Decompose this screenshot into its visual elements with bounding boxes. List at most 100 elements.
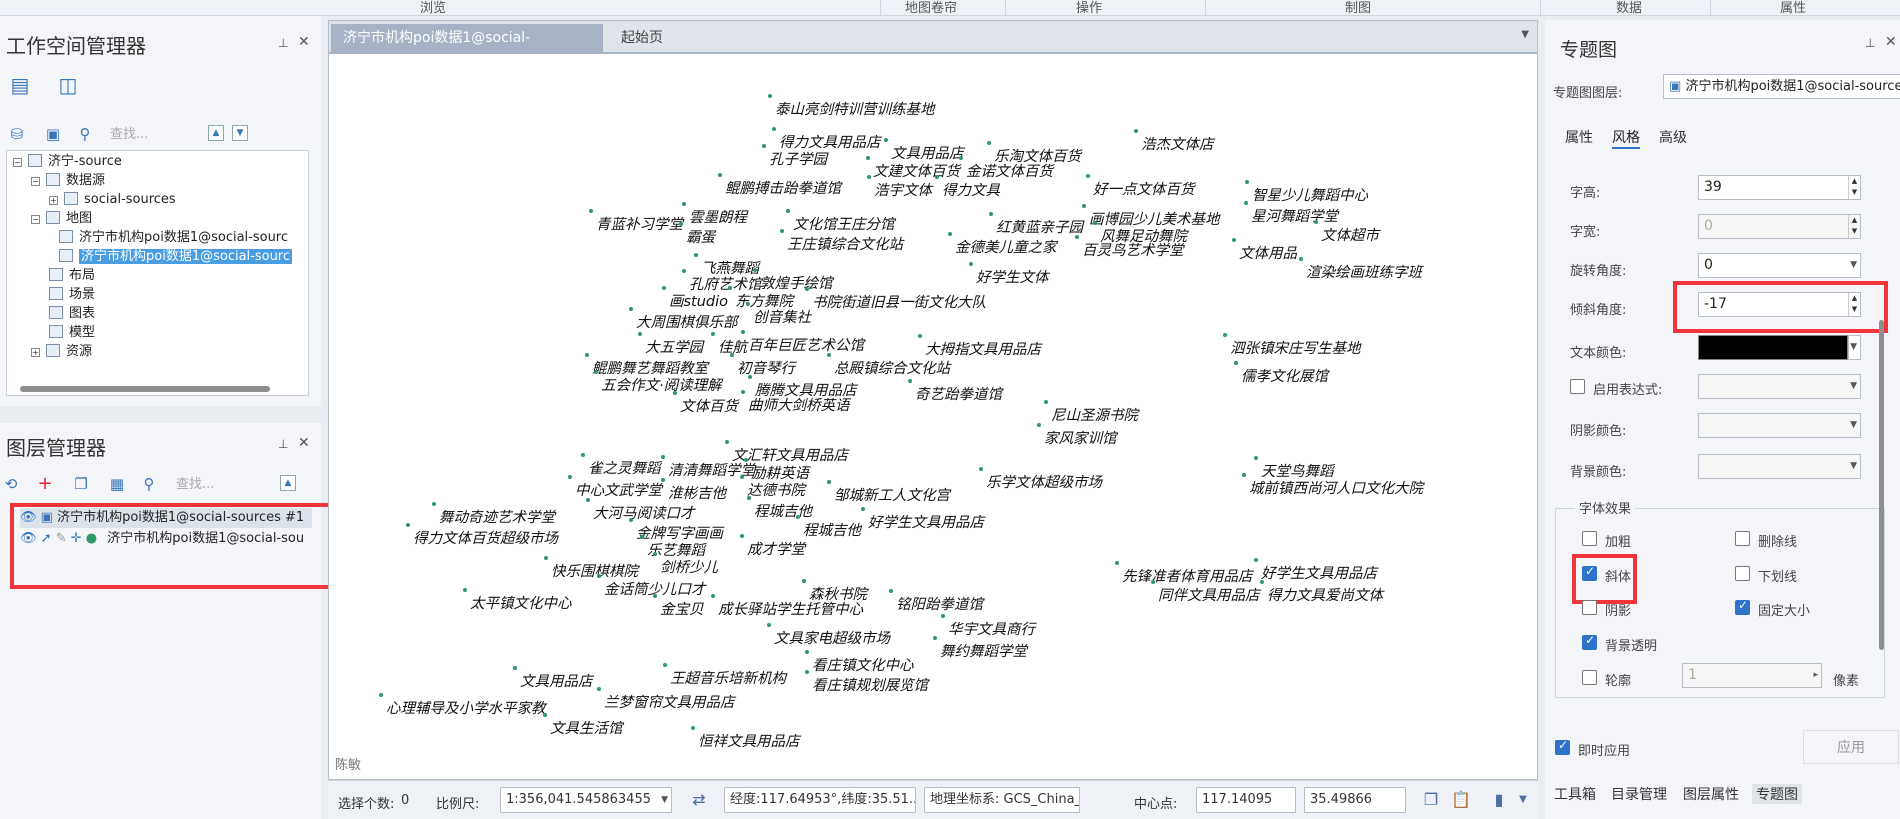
strikeout-checkbox[interactable] <box>1735 531 1750 546</box>
enable-expression-checkbox[interactable] <box>1570 379 1585 394</box>
poi-label[interactable]: 成长驿站学生托管中心 <box>711 594 863 619</box>
coordinate-system-field[interactable]: 地理坐标系: GCS_China_2000 <box>924 787 1080 813</box>
poi-label[interactable]: 好学生文具用品店 <box>1254 558 1377 583</box>
apply-button[interactable]: 应用 <box>1803 730 1899 764</box>
poi-label[interactable]: 程城吉他 <box>796 515 861 540</box>
chevron-down-icon[interactable]: ▼ <box>1850 336 1857 359</box>
poi-label[interactable]: 好学生文具用品店 <box>861 507 984 532</box>
poi-label[interactable]: 文具生活馆 <box>543 713 623 738</box>
outline-width-input[interactable]: 1 ▸ <box>1682 663 1822 688</box>
close-icon[interactable]: ✕ <box>298 34 310 50</box>
move-down-icon[interactable]: ▼ <box>232 125 248 141</box>
poi-label[interactable]: 文建文体百货 <box>866 156 960 181</box>
outline-checkbox[interactable] <box>1582 670 1597 685</box>
poi-label[interactable]: 青蓝补习学堂 <box>589 209 683 234</box>
text-color-dropdown[interactable]: ▼ <box>1848 335 1861 360</box>
poi-label[interactable]: 淮彬吉他 <box>661 478 726 503</box>
layer-search-input[interactable]: 查找... <box>176 475 272 495</box>
spin-icon[interactable]: ▲ ▼ <box>1848 215 1860 238</box>
poi-label[interactable]: 鲲鹏搏击跆拳道馆 <box>718 173 841 198</box>
poi-label[interactable]: 铭阳跆拳道馆 <box>889 589 983 614</box>
poi-label[interactable]: 创音集社 <box>746 302 811 327</box>
save-icon[interactable]: ▣ <box>44 125 62 143</box>
poi-label[interactable]: 雀之灵舞蹈 <box>581 453 661 478</box>
tree-item-model[interactable]: 模型 <box>49 323 95 342</box>
open-workspace-icon[interactable]: ⛁ <box>8 125 26 143</box>
bottom-tab-catalog[interactable]: 目录管理 <box>1611 784 1667 804</box>
poi-label[interactable]: 泗张镇宋庄写生基地 <box>1223 333 1361 358</box>
poi-label[interactable]: 文具家电超级市场 <box>767 623 890 648</box>
copy-coords-icon[interactable]: ❐ <box>1420 789 1442 811</box>
tree-horizontal-scrollbar[interactable] <box>20 386 270 392</box>
poi-label[interactable]: 文化馆王庄分馆 <box>786 209 895 234</box>
rotation-combobox[interactable]: 0 ▼ <box>1698 253 1861 278</box>
chevron-down-icon[interactable]: ▼ <box>1850 375 1857 398</box>
tree-item-maps[interactable]: − 地图 <box>31 209 92 228</box>
poi-label[interactable]: 恒祥文具用品店 <box>691 726 800 751</box>
poi-label[interactable]: 舞动奇迹艺术学堂 <box>432 502 555 527</box>
poi-label[interactable]: 文体用品 <box>1232 238 1297 263</box>
bg-color-picker[interactable]: ▼ <box>1698 454 1861 479</box>
workspace-search-input[interactable]: 查找... <box>110 125 206 145</box>
subtab-advanced[interactable]: 高级 <box>1659 127 1687 147</box>
poi-label[interactable]: 初音琴行 <box>730 353 795 378</box>
tree-item-datasource[interactable]: + social-sources <box>49 190 176 209</box>
refresh-icon[interactable]: ⟲ <box>2 475 20 493</box>
poi-label[interactable]: 文体百货 <box>673 391 738 416</box>
add-layer-icon[interactable]: + <box>36 475 54 493</box>
poi-label[interactable]: 儒孝文化展馆 <box>1234 361 1328 386</box>
poi-label[interactable]: 大五学园 <box>638 332 703 357</box>
poi-label[interactable]: 浩杰文体店 <box>1134 129 1214 154</box>
tree-item-map-1[interactable]: 济宁市机构poi数据1@social-sourc <box>59 228 309 247</box>
poi-label[interactable]: 华宇文具商行 <box>941 614 1035 639</box>
status-dropdown-icon[interactable]: ▼ <box>1512 789 1534 811</box>
tree-item-scene[interactable]: 场景 <box>49 285 95 304</box>
poi-label[interactable]: 得力文具 <box>935 175 1000 200</box>
poi-label[interactable]: 五会作文·阅读理解 <box>594 370 722 395</box>
poi-label[interactable]: 舞约舞蹈学堂 <box>933 636 1027 661</box>
poi-label[interactable]: 王庄镇综合文化站 <box>780 229 903 254</box>
poi-label[interactable]: 总殿镇综合文化站 <box>827 353 950 378</box>
tab-start-page[interactable]: 起始页 <box>609 24 675 52</box>
close-icon[interactable]: ✕ <box>1885 34 1897 50</box>
search-icon[interactable]: ⚲ <box>76 125 94 143</box>
poi-label[interactable]: 金宝贝 <box>653 594 704 619</box>
scale-combobox[interactable]: 1:356,041.545863455 ▼ <box>500 787 672 813</box>
center-x-input[interactable]: 117.14095 <box>1196 787 1296 813</box>
tree-item-resources[interactable]: + 资源 <box>31 342 92 361</box>
poi-label[interactable]: 城前镇西尚河人口文化大院 <box>1242 473 1423 498</box>
tree-item-map-2[interactable]: 济宁市机构poi数据1@social-sourc <box>59 247 309 266</box>
workspace-tab-icon[interactable]: ▤ <box>8 75 32 100</box>
bg-transparent-checkbox[interactable] <box>1582 633 1597 650</box>
theme-layer-field[interactable]: ▣ 济宁市机构poi数据1@social-sources <box>1663 74 1900 99</box>
poi-label[interactable]: 红黄蓝亲子园 <box>989 212 1083 237</box>
bookmark-icon[interactable]: ▮ <box>1488 789 1510 811</box>
tree-item-root[interactable]: − 济宁-source <box>13 152 122 171</box>
instant-apply-checkbox[interactable] <box>1555 738 1570 755</box>
bottom-tab-layer-properties[interactable]: 图层属性 <box>1683 784 1739 804</box>
tab-map[interactable]: 济宁市机构poi数据1@social-sources× <box>331 24 603 74</box>
chevron-down-icon[interactable]: ▼ <box>1850 254 1857 277</box>
center-y-input[interactable]: 35.49866 <box>1304 787 1406 813</box>
text-color-swatch[interactable] <box>1698 335 1848 360</box>
thematic-vertical-scrollbar[interactable] <box>1879 320 1884 650</box>
poi-label[interactable]: 成才学堂 <box>740 534 805 559</box>
close-icon[interactable]: ✕ <box>298 435 310 451</box>
chevron-down-icon[interactable]: ▼ <box>1850 414 1857 437</box>
pin-icon[interactable]: ⊥ <box>278 437 288 451</box>
collapse-icon[interactable]: − <box>31 177 40 186</box>
expand-icon[interactable]: + <box>49 196 58 205</box>
poi-label[interactable]: 文体超市 <box>1314 220 1379 245</box>
poi-label[interactable]: 智星少儿舞蹈中心 <box>1245 180 1368 205</box>
pin-icon[interactable]: ⊥ <box>1865 36 1875 50</box>
expression-combobox[interactable]: ▼ <box>1698 374 1861 399</box>
poi-label[interactable]: 雲墨朗程 <box>682 202 747 227</box>
swap-icon[interactable]: ⇄ <box>688 789 710 811</box>
spin-icon[interactable]: ▲ ▼ <box>1848 176 1860 199</box>
bold-checkbox[interactable] <box>1582 531 1597 546</box>
poi-label[interactable]: 金诺文体百货 <box>959 156 1053 181</box>
tree-item-layout[interactable]: 布局 <box>49 266 95 285</box>
poi-label[interactable]: 达德书院 <box>740 475 805 500</box>
poi-label[interactable]: 太平镇文化中心 <box>463 588 572 613</box>
font-height-input[interactable]: 39 ▲ ▼ <box>1698 175 1861 200</box>
